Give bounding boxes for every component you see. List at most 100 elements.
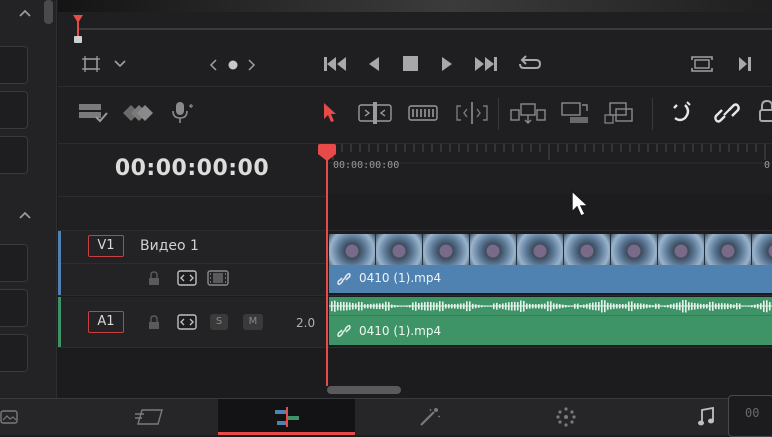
match-frame-icon[interactable] — [690, 55, 714, 73]
track-id-v1[interactable]: V1 — [88, 235, 124, 257]
header-divider — [58, 196, 326, 197]
row-divider — [61, 263, 326, 264]
video-thumbnail-frame — [470, 234, 516, 265]
snapping-icon[interactable] — [671, 101, 693, 124]
auto-select-icon[interactable] — [177, 270, 197, 286]
scrubber-playhead-top — [73, 15, 83, 23]
play-icon[interactable] — [441, 56, 453, 72]
viewer-scrubber[interactable] — [58, 12, 772, 46]
fairlight-page-icon[interactable] — [697, 406, 715, 427]
scrubber-track — [78, 28, 772, 30]
left-sidebar — [0, 0, 57, 398]
video-thumbnail-frame — [658, 234, 704, 265]
viewer-image-strip — [58, 0, 772, 12]
overwrite-clip-icon[interactable] — [560, 101, 590, 125]
mouse-cursor-icon — [570, 189, 590, 219]
loop-icon[interactable] — [517, 54, 543, 74]
link-icon — [337, 272, 351, 286]
next-edit-icon[interactable] — [248, 59, 256, 71]
sidebar-slot[interactable] — [0, 46, 28, 84]
sidebar-slot[interactable] — [0, 136, 28, 174]
film-strip-icon[interactable] — [207, 270, 229, 286]
toolbar-divider — [498, 98, 499, 130]
video-thumbnail-frame — [752, 234, 772, 265]
mute-button[interactable]: M — [243, 314, 263, 330]
play-reverse-icon[interactable] — [368, 56, 380, 72]
video-thumbnail-frame — [329, 234, 375, 265]
waveform-divider — [329, 315, 772, 316]
diamond-icon[interactable] — [123, 104, 155, 122]
stop-icon[interactable] — [403, 56, 418, 71]
solo-button[interactable]: S — [210, 314, 228, 330]
edit-page-icon[interactable] — [273, 407, 301, 427]
page-navigation-bar: 00 — [0, 395, 772, 437]
dot-icon — [228, 60, 238, 70]
track-color-bar — [58, 297, 61, 347]
timeline-ruler[interactable]: 00:00:00:00 0 — [327, 144, 772, 194]
video-clip-thumbnails — [329, 234, 772, 265]
video-track-lane: 0410 (1).mp4 — [327, 231, 772, 296]
edit-toolbar — [58, 87, 772, 144]
lock-icon[interactable] — [148, 271, 160, 285]
video-thumbnail-frame — [611, 234, 657, 265]
video-thumbnail-frame — [705, 234, 751, 265]
ruler-timecode-label-2: 0 — [764, 160, 771, 171]
timeline-h-scrollbar[interactable] — [327, 386, 401, 394]
timecode-panel: 00:00:00:00 — [58, 144, 326, 231]
transport-bar — [58, 46, 772, 87]
mic-icon[interactable] — [171, 101, 195, 125]
video-clip[interactable]: 0410 (1).mp4 — [329, 234, 772, 293]
insert-clip-icon[interactable] — [510, 102, 546, 126]
frame-crop-icon[interactable] — [82, 56, 100, 72]
audio-channel-format: 2.0 — [296, 316, 316, 330]
video-clip-name: 0410 (1).mp4 — [359, 271, 442, 285]
lock-icon[interactable] — [758, 99, 772, 122]
timeline-playhead-line[interactable] — [326, 150, 328, 386]
sidebar-slot[interactable] — [0, 244, 28, 282]
previous-edit-icon[interactable] — [209, 59, 217, 71]
bottom-right-timecode: 00 — [745, 406, 760, 420]
go-to-end-icon[interactable] — [472, 56, 498, 72]
video-thumbnail-frame — [423, 234, 469, 265]
timeline-playhead-tip — [318, 154, 336, 161]
audio-clip[interactable]: 0410 (1).mp4 — [329, 297, 772, 345]
link-icon — [337, 324, 351, 338]
track-id-a1[interactable]: A1 — [88, 311, 124, 333]
chevron-down-icon[interactable] — [114, 60, 126, 68]
linked-selection-icon[interactable] — [714, 102, 740, 124]
video-thumbnail-frame — [564, 234, 610, 265]
sidebar-slot[interactable] — [0, 91, 28, 129]
sidebar-slot[interactable] — [0, 334, 28, 372]
selection-arrow-icon[interactable] — [322, 102, 338, 124]
blade-icon[interactable] — [455, 102, 489, 124]
fusion-page-icon[interactable] — [418, 407, 441, 427]
timeline-playhead-head[interactable] — [318, 144, 336, 154]
timeline-empty-area — [58, 348, 772, 398]
sidebar-slot[interactable] — [0, 289, 28, 327]
lock-icon[interactable] — [148, 315, 160, 329]
edit-page-tab[interactable] — [218, 399, 355, 435]
replace-clip-icon[interactable] — [604, 101, 638, 125]
track-name-v1[interactable]: Видео 1 — [140, 238, 199, 254]
audio-clip-name: 0410 (1).mp4 — [359, 324, 442, 338]
dynamic-trim-icon[interactable] — [408, 105, 438, 121]
color-page-icon[interactable] — [556, 407, 576, 427]
bottom-right-panel: 00 — [728, 395, 772, 437]
collapse-up-icon[interactable] — [18, 8, 32, 18]
video-thumbnail-frame — [517, 234, 563, 265]
clip-select-icon[interactable] — [78, 102, 108, 124]
video-thumbnail-frame — [376, 234, 422, 265]
timecode-display[interactable]: 00:00:00:00 — [58, 156, 326, 181]
scrubber-handle[interactable] — [74, 36, 82, 43]
trim-edit-icon[interactable] — [358, 102, 392, 124]
collapse-up-icon[interactable] — [18, 210, 32, 220]
go-to-start-icon[interactable] — [323, 56, 349, 72]
audio-waveform — [329, 300, 772, 313]
sidebar-scrollbar[interactable] — [44, 0, 53, 24]
cut-page-icon[interactable] — [134, 408, 164, 426]
skip-to-end-icon[interactable] — [738, 56, 752, 72]
auto-select-icon[interactable] — [177, 314, 197, 330]
ruler-spacer — [327, 194, 772, 231]
media-page-icon[interactable] — [0, 408, 20, 426]
audio-track-header: A1 S M 2.0 — [58, 297, 326, 348]
